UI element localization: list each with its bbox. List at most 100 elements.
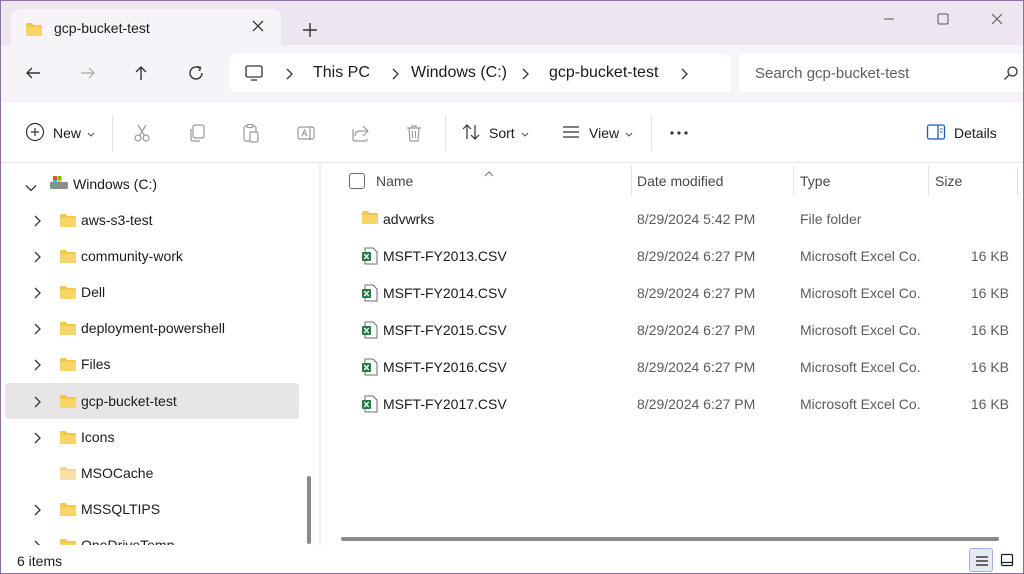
tree-item[interactable]: community-work	[5, 238, 299, 274]
close-window-icon[interactable]	[987, 9, 1007, 29]
new-tab-icon[interactable]	[299, 19, 321, 41]
folder-icon	[59, 394, 77, 412]
column-divider[interactable]	[793, 166, 794, 196]
tree-item-selected[interactable]: gcp-bucket-test	[5, 383, 299, 419]
column-header: Name Date modified Type Size	[321, 164, 1023, 200]
folder-icon	[25, 22, 43, 40]
sort-ascending-icon	[484, 164, 494, 180]
breadcrumb-this-pc[interactable]: This PC	[313, 64, 370, 82]
tab-gcp-bucket-test[interactable]: gcp-bucket-test	[11, 9, 281, 47]
rename-icon[interactable]	[296, 121, 316, 145]
tree-item-windows-c[interactable]: Windows (C:)	[5, 166, 299, 202]
folder-icon	[59, 285, 77, 303]
folder-icon	[361, 210, 379, 228]
new-button[interactable]: New	[25, 121, 95, 145]
chevron-right-icon[interactable]	[33, 358, 41, 374]
tree-item[interactable]: Icons	[5, 419, 299, 455]
chevron-right-icon[interactable]	[520, 67, 530, 84]
refresh-icon[interactable]	[184, 61, 208, 85]
file-date: 8/29/2024 6:27 PM	[637, 322, 756, 338]
sort-button[interactable]: Sort	[461, 121, 529, 145]
chevron-down-icon	[87, 125, 95, 141]
details-pane-button[interactable]: Details	[926, 121, 997, 145]
tree-item[interactable]: aws-s3-test	[5, 202, 299, 238]
tree-label: OneDriveTemp	[81, 537, 175, 545]
file-date: 8/29/2024 6:27 PM	[637, 248, 756, 264]
file-row[interactable]: advwrks 8/29/2024 5:42 PM File folder	[321, 200, 1021, 237]
file-list: Name Date modified Type Size advwrks 8/2…	[321, 164, 1023, 545]
maximize-icon[interactable]	[933, 9, 953, 29]
tree-item[interactable]: Files	[5, 346, 299, 382]
nav-scrollbar[interactable]	[307, 476, 311, 544]
excel-icon	[361, 358, 379, 379]
file-row[interactable]: MSFT-FY2015.CSV 8/29/2024 6:27 PM Micros…	[321, 311, 1021, 348]
file-name: MSFT-FY2015.CSV	[383, 322, 507, 338]
back-arrow-icon[interactable]	[21, 61, 45, 85]
file-type: Microsoft Excel Co...	[800, 285, 922, 301]
up-arrow-icon[interactable]	[129, 61, 153, 85]
file-row[interactable]: MSFT-FY2017.CSV 8/29/2024 6:27 PM Micros…	[321, 385, 1021, 422]
chevron-right-icon[interactable]	[33, 395, 41, 411]
tree-label: Files	[81, 356, 111, 372]
column-divider[interactable]	[928, 166, 929, 196]
tree-item[interactable]: Dell	[5, 274, 299, 310]
search-icon[interactable]	[1003, 65, 1019, 84]
copy-icon[interactable]	[187, 121, 207, 145]
horizontal-scrollbar[interactable]	[341, 537, 999, 541]
sort-label: Sort	[489, 125, 515, 141]
file-row[interactable]: MSFT-FY2014.CSV 8/29/2024 6:27 PM Micros…	[321, 274, 1021, 311]
excel-icon	[361, 395, 379, 416]
breadcrumb[interactable]: This PC Windows (C:) gcp-bucket-test	[230, 54, 730, 92]
view-list-icon	[561, 122, 581, 145]
column-type[interactable]: Type	[800, 173, 830, 189]
view-button[interactable]: View	[561, 121, 633, 145]
navigation-pane: Windows (C:) aws-s3-test community-work …	[1, 164, 319, 545]
delete-icon[interactable]	[404, 121, 424, 145]
command-bar: New Sort View Details	[1, 103, 1023, 163]
file-type: Microsoft Excel Co...	[800, 396, 922, 412]
column-date-modified[interactable]: Date modified	[637, 173, 723, 189]
tree-item[interactable]: OneDriveTemp	[5, 527, 299, 545]
file-row[interactable]: MSFT-FY2016.CSV 8/29/2024 6:27 PM Micros…	[321, 348, 1021, 385]
tree-item[interactable]: MSSQLTIPS	[5, 491, 299, 527]
forward-arrow-icon[interactable]	[76, 61, 100, 85]
column-divider[interactable]	[1017, 166, 1018, 196]
tree-item[interactable]: deployment-powershell	[5, 310, 299, 346]
cut-icon[interactable]	[132, 121, 152, 145]
file-type: Microsoft Excel Co...	[800, 248, 922, 264]
chevron-right-icon[interactable]	[33, 214, 41, 230]
select-all-checkbox[interactable]	[349, 173, 365, 189]
tiles-view-icon[interactable]	[995, 548, 1019, 572]
breadcrumb-windows-c[interactable]: Windows (C:)	[411, 64, 507, 82]
chevron-right-icon[interactable]	[33, 503, 41, 519]
minimize-icon[interactable]	[879, 9, 899, 29]
breadcrumb-gcp-bucket-test[interactable]: gcp-bucket-test	[549, 64, 658, 82]
column-divider[interactable]	[631, 166, 632, 196]
chevron-right-icon[interactable]	[679, 67, 689, 84]
chevron-down-icon[interactable]	[25, 179, 37, 195]
search-input[interactable]: Search gcp-bucket-test	[739, 54, 1023, 92]
column-size[interactable]: Size	[935, 173, 962, 189]
chevron-right-icon[interactable]	[33, 322, 41, 338]
chevron-right-icon[interactable]	[390, 67, 400, 84]
file-date: 8/29/2024 5:42 PM	[637, 211, 756, 227]
folder-icon	[59, 502, 77, 520]
details-view-icon[interactable]	[969, 548, 993, 572]
file-row[interactable]: MSFT-FY2013.CSV 8/29/2024 6:27 PM Micros…	[321, 237, 1021, 274]
chevron-right-icon[interactable]	[33, 431, 41, 447]
more-options-icon[interactable]	[669, 121, 689, 145]
column-name[interactable]: Name	[376, 173, 413, 189]
close-tab-icon[interactable]	[249, 17, 267, 35]
chevron-right-icon[interactable]	[33, 286, 41, 302]
tree-label: Dell	[81, 284, 106, 300]
folder-icon	[59, 430, 77, 448]
share-icon[interactable]	[350, 121, 370, 145]
paste-icon[interactable]	[241, 121, 261, 145]
chevron-right-icon[interactable]	[33, 250, 41, 266]
this-pc-icon[interactable]	[244, 64, 264, 85]
tree-item[interactable]: MSOCache	[5, 455, 299, 491]
chevron-down-icon	[625, 125, 633, 141]
status-bar: 6 items	[1, 545, 1023, 573]
chevron-right-icon[interactable]	[284, 67, 294, 84]
file-size: 16 KB	[970, 248, 1009, 264]
